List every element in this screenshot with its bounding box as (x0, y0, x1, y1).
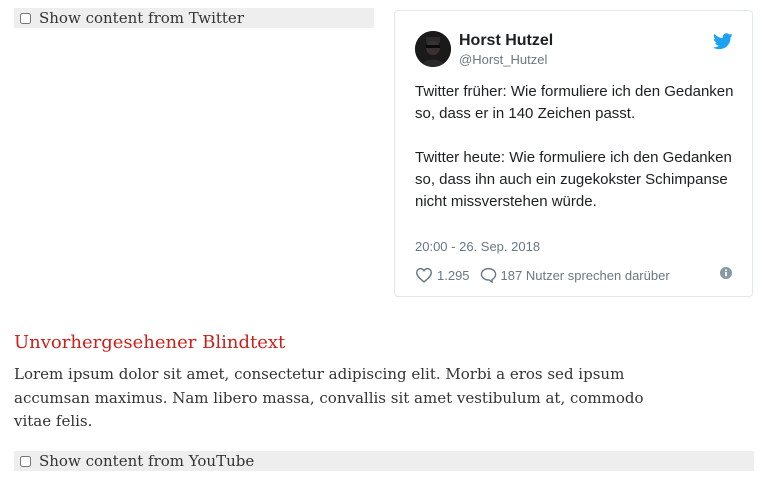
twitter-consent-bar[interactable]: Show content from Twitter (14, 8, 374, 28)
author-name[interactable]: Horst Hutzel (459, 32, 553, 50)
like-action[interactable]: 1.295 (415, 267, 470, 283)
heart-icon (415, 267, 433, 283)
speech-bubble-icon (480, 267, 496, 283)
author-handle[interactable]: @Horst_Hutzel (459, 52, 547, 67)
article-title: Unvorhergesehener Blindtext (14, 332, 286, 353)
reply-action[interactable]: 187 Nutzer sprechen darüber (480, 267, 670, 283)
avatar[interactable] (415, 31, 451, 67)
tweet-paragraph: Twitter heute: Wie formuliere ich den Ge… (415, 149, 732, 210)
twitter-consent-checkbox[interactable] (20, 12, 31, 24)
youtube-consent-checkbox[interactable] (20, 455, 31, 467)
tweet-embed[interactable]: Horst Hutzel @Horst_Hutzel Twitter frühe… (394, 10, 753, 297)
info-icon[interactable] (720, 267, 732, 279)
youtube-consent-label: Show content from YouTube (39, 452, 255, 470)
like-count: 1.295 (437, 267, 470, 283)
tweet-paragraph: Twitter früher: Wie formuliere ich den G… (415, 83, 734, 122)
twitter-consent-label: Show content from Twitter (39, 9, 244, 27)
article-body: Lorem ipsum dolor sit amet, consectetur … (14, 365, 644, 430)
tweet-actions: 1.295 187 Nutzer sprechen darüber (415, 267, 680, 283)
twitter-bird-icon[interactable] (713, 33, 733, 50)
tweet-timestamp[interactable]: 20:00 - 26. Sep. 2018 (415, 239, 540, 254)
reply-count: 187 Nutzer sprechen darüber (500, 267, 670, 283)
youtube-consent-bar[interactable]: Show content from YouTube (14, 451, 754, 471)
tweet-text: Twitter früher: Wie formuliere ich den G… (415, 81, 745, 213)
